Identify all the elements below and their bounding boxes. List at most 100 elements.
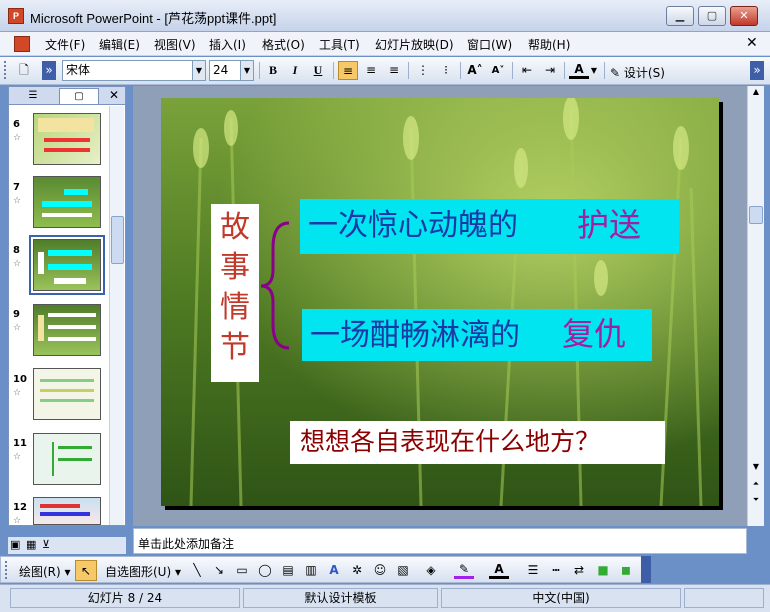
slide-counter: 幻灯片 8 / 24 [10,588,240,608]
arrow-style-icon[interactable]: ⇄ [569,561,589,580]
align-left-icon[interactable]: ≡ [338,61,358,80]
current-slide[interactable]: 故 事 情 节 一次惊心动魄的 护送 一场酣畅淋漓的 复仇 想想各自表现在什么地… [161,98,719,506]
slide-thumbnail[interactable] [33,368,101,420]
status-bar: 幻灯片 8 / 24 默认设计模板 中文(中国) [0,584,770,612]
next-slide-icon[interactable]: ⏷ [749,495,763,509]
toolbar-options-icon[interactable]: » [42,61,56,80]
line-icon[interactable]: ╲ [187,561,207,580]
rectangle-icon[interactable]: ▭ [232,561,252,580]
toolbar-options-icon[interactable]: » [750,61,764,80]
fill-color-icon[interactable]: ◈ [421,561,441,580]
align-right-icon[interactable]: ≡ [384,61,404,80]
minimize-button[interactable]: ▁ [666,6,694,26]
scrollbar-thumb[interactable] [111,216,124,264]
toolbar-grip[interactable] [4,61,7,79]
wordart-icon[interactable]: A [324,561,344,580]
animation-star-icon: ☆ [13,388,22,398]
chevron-down-icon[interactable]: ▼ [192,61,205,80]
slide-thumbnail[interactable] [33,304,101,356]
underline-button[interactable]: U [308,61,328,80]
scroll-down-icon[interactable]: ▼ [749,462,763,476]
font-size-combo[interactable]: 24 ▼ [209,60,254,81]
slide-thumbnail[interactable] [33,497,101,525]
font-color-button[interactable]: A [569,61,589,79]
menu-window[interactable]: 窗口(W) [467,36,512,53]
decrease-indent-icon[interactable]: ⇤ [517,61,537,80]
picture-icon[interactable]: ▧ [393,561,413,580]
clipart-icon[interactable]: ☺ [370,561,390,580]
design-label: 设计(S) [623,66,665,80]
close-panel-icon[interactable]: ✕ [109,88,119,102]
chevron-down-icon[interactable]: ▼ [589,61,599,80]
previous-slide-icon[interactable]: ⏶ [749,479,763,493]
vertical-textbox-icon[interactable]: ▥ [301,561,321,580]
autoshapes-button[interactable]: 自选图形(U) ▾ [105,563,181,580]
toolbar-grip[interactable] [5,561,8,579]
textbox-icon[interactable]: ▤ [278,561,298,580]
scroll-up-icon[interactable]: ▲ [749,87,763,101]
dash-style-icon[interactable]: ┅ [546,561,566,580]
normal-view-icon[interactable]: ▣ [10,538,20,551]
slide-sorter-icon[interactable]: ▦ [26,538,36,551]
plot-line-2-box[interactable]: 一场酣畅淋漓的 复仇 [302,309,652,361]
design-button[interactable]: ✎ 设计(S) [610,64,665,81]
menu-insert[interactable]: 插入(I) [209,36,246,53]
numbered-list-icon[interactable]: ⋮ [413,61,433,80]
oval-icon[interactable]: ◯ [255,561,275,580]
diagram-icon[interactable]: ✲ [347,561,367,580]
plot-line-1-text: 一次惊心动魄的 [308,208,518,243]
notes-pane[interactable]: 单击此处添加备注 [133,528,747,554]
italic-button[interactable]: I [285,61,305,80]
notes-placeholder: 单击此处添加备注 [138,537,235,551]
draw-menu-button[interactable]: 绘图(R) ▾ [19,563,71,580]
heading-char: 情 [220,290,250,325]
slide-thumbnail[interactable] [33,113,101,165]
slide-thumbnail-selected[interactable] [29,235,105,295]
bullet-list-icon[interactable]: ⁝ [436,61,456,80]
plot-line-1-box[interactable]: 一次惊心动魄的 护送 [300,199,679,254]
decrease-font-icon[interactable]: A˅ [488,61,508,80]
line-style-icon[interactable]: ☰ [523,561,543,580]
question-box[interactable]: 想想各自表现在什么地方？ [290,421,665,464]
heading-box[interactable]: 故 事 情 节 [211,204,259,382]
document-icon[interactable] [14,36,30,52]
toolbar-separator [512,62,513,79]
line-color-icon[interactable]: ✎ [454,561,474,579]
document-close-icon[interactable]: ✕ [746,35,758,51]
menu-view[interactable]: 视图(V) [154,36,196,53]
new-document-icon[interactable]: 🗋 [14,61,34,80]
increase-indent-icon[interactable]: ⇥ [540,61,560,80]
slide-scrollbar[interactable]: ▲ ▼ ⏶ ⏷ [747,86,764,526]
menu-tools[interactable]: 工具(T) [319,36,360,53]
close-button[interactable]: ✕ [730,6,758,26]
slide-thumbnail[interactable] [33,176,101,228]
tab-slides[interactable]: ▢ [59,88,99,104]
animation-star-icon: ☆ [13,133,22,143]
tab-outline[interactable]: ☰ [13,88,53,104]
font-color-icon[interactable]: A [489,561,509,579]
slide-thumbnail[interactable] [33,433,101,485]
maximize-button[interactable]: ▢ [698,6,726,26]
menu-format[interactable]: 格式(O) [262,36,305,53]
increase-font-icon[interactable]: A˄ [465,61,485,80]
scrollbar-thumb[interactable] [749,206,763,224]
select-pointer-icon[interactable]: ↖ [75,560,97,581]
toolbar-options-icon[interactable] [641,556,651,583]
shadow-icon[interactable]: ■ [593,561,613,580]
menu-slideshow[interactable]: 幻灯片放映(D) [375,36,454,53]
menu-edit[interactable]: 编辑(E) [99,36,140,53]
plot-line-1-emphasis: 护送 [577,206,642,244]
panel-scrollbar[interactable] [109,106,124,525]
chevron-down-icon[interactable]: ▼ [240,61,253,80]
align-center-icon[interactable]: ≡ [361,61,381,80]
powerpoint-app-icon[interactable]: P [8,8,24,24]
slideshow-icon[interactable]: ⊻ [42,538,50,551]
menu-help[interactable]: 帮助(H) [528,36,570,53]
arrow-icon[interactable]: ↘ [209,561,229,580]
toolbar-separator [564,62,565,79]
3d-icon[interactable]: ◼ [616,561,636,580]
menu-file[interactable]: 文件(F) [45,36,85,53]
font-name-combo[interactable]: 宋体 ▼ [62,60,206,81]
bold-button[interactable]: B [263,61,283,80]
plot-line-2-text: 一场酣畅淋漓的 [310,318,520,353]
